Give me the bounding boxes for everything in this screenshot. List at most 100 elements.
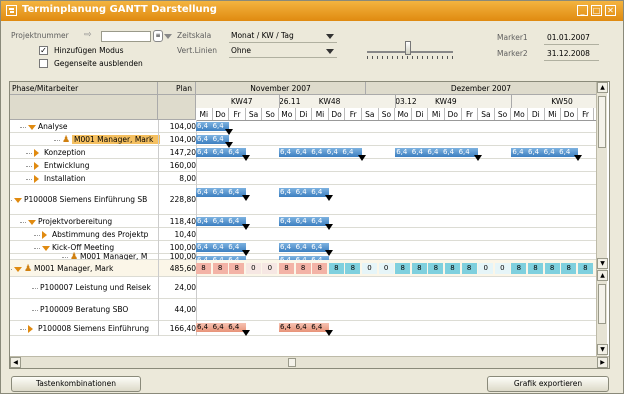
tree-line [10,200,12,202]
collapse-icon[interactable] [28,220,36,225]
collapse-icon[interactable] [28,125,36,130]
hours-cell[interactable]: 8 [511,263,527,274]
table-row[interactable]: Konzeption 147,20 6,4 6,4 6,4 6,4 6,4 6,4 6,4 6,4… [10,146,596,161]
table-row[interactable]: Analyse 104,00 6,4 6,4 [10,120,596,135]
expand-icon[interactable] [34,162,39,170]
gantt-bar[interactable]: 6,46,46,4 [196,148,246,157]
scroll-thumb[interactable] [598,284,606,324]
table-row[interactable]: P100009 Beratung SBO 44,00 [10,299,596,321]
hours-cell[interactable]: 8 [544,263,560,274]
vertlinien-select[interactable]: Ohne [231,46,251,55]
week-label: KW47 [230,97,253,106]
zoom-slider[interactable] [367,39,453,63]
scroll-down-icon[interactable]: ▼ [597,258,608,269]
hours-cell[interactable]: 8 [229,263,245,274]
scroll-left-icon[interactable]: ◀ [10,357,21,368]
hours-cell[interactable]: 0 [262,263,278,274]
expand-icon[interactable] [34,149,39,157]
vertlinien-dropdown-icon[interactable] [326,49,334,54]
table-row[interactable]: Entwicklung 160,00 [10,159,596,172]
month-header: Dezember 2007 [366,82,596,95]
horizontal-scrollbar[interactable]: ◀ ▶ [10,356,609,368]
gantt-bar[interactable]: 6,4 6,4 6,4 6,4 6,4 [279,148,362,157]
gantt-bar[interactable]: 6,46,46,4 [279,188,329,197]
col-header-plan[interactable]: Plan [158,82,196,95]
expand-icon[interactable] [34,175,39,183]
hours-cell[interactable]: 8 [577,263,593,274]
hours-cell[interactable]: 8 [345,263,361,274]
marker1-value[interactable]: 01.01.2007 [547,33,590,42]
hours-cell[interactable]: 8 [279,263,294,274]
projektnummer-dropdown-icon[interactable] [164,34,172,39]
gantt-bar[interactable]: 6,46,46,4 [279,243,329,252]
gantt-bar[interactable]: 6,46,46,4 [196,217,246,226]
col-divider [196,159,197,172]
choose-list-icon[interactable]: ≡ [153,30,163,42]
vertical-scrollbar[interactable]: ▲ ▼ ▲ ▼ [596,82,608,356]
tree-line [26,153,32,155]
hours-cell[interactable]: 0 [378,263,394,274]
gantt-bar[interactable]: 6,46,46,4 [279,323,329,332]
table-row[interactable]: P100008 Siemens Einführung 166,40 6,4 6,4 6,… [10,321,596,336]
scroll-up-icon[interactable]: ▲ [597,82,608,93]
table-row[interactable]: ♟ M001 Manager, Mark 104,00 6,4 6,4 [10,133,596,148]
col-divider [158,260,159,277]
bar-value: 6,4 [295,323,307,331]
zeitskala-dropdown-icon[interactable] [326,34,334,39]
hinzufuegen-checkbox[interactable]: ✓ [39,46,48,55]
gantt-bar[interactable]: 6,4 6,4 6,4 6,4 [511,148,578,157]
hours-cell[interactable]: 8 [411,263,427,274]
marker2-value[interactable]: 31.12.2008 [547,49,590,58]
shortcuts-button[interactable]: Tastenkombinationen [11,376,141,392]
hours-cell[interactable]: 8 [428,263,444,274]
hscroll-thumb[interactable] [288,358,296,367]
hours-cell[interactable]: 8 [212,263,228,274]
hours-cell[interactable]: 8 [328,263,344,274]
hours-cell[interactable]: 0 [478,263,494,274]
hours-cell[interactable]: 8 [312,263,328,274]
expand-icon[interactable] [28,325,33,333]
table-row[interactable]: ♟ M001 Manager, Mark 485,60 8 8 8 0 0 8 8 8 8 8 0 0 8 8 8… [10,260,596,277]
minimize-icon[interactable]: _ [577,5,588,16]
gantt-bar[interactable]: 6,46,46,4 [196,323,246,332]
col-header-phase[interactable]: Phase/Mitarbeiter [10,82,158,95]
table-row[interactable]: Abstimmung des Projektp 10,40 [10,228,596,241]
gantt-bar[interactable]: 6,4 6,4 6,4 6,4 6,4 [395,148,479,157]
projektnummer-input[interactable] [101,31,151,42]
export-button[interactable]: Grafik exportieren [487,376,609,392]
expand-icon[interactable] [42,231,47,239]
hours-cell[interactable]: 8 [295,263,311,274]
table-row[interactable]: Projektvorbereitung 118,40 6,4 6,4 6,4 6,4 6,4… [10,215,596,230]
scroll-thumb[interactable] [598,96,606,148]
week-label: 26.11 [279,97,301,106]
hours-cell[interactable]: 8 [561,263,577,274]
bar-value: 6,4 [197,188,209,196]
hours-cell[interactable]: 0 [494,263,510,274]
scroll-up-icon[interactable]: ▲ [597,270,608,281]
hours-cell[interactable]: 0 [245,263,261,274]
scroll-right-icon[interactable]: ▶ [597,357,608,368]
gantt-bar[interactable]: 6,46,46,4 [196,243,246,252]
close-icon[interactable]: ✕ [605,5,616,16]
gantt-bar[interactable]: 6,46,46,4 [279,217,329,226]
slider-thumb[interactable] [405,41,411,55]
hours-cell[interactable]: 8 [196,263,211,274]
gegenseite-checkbox[interactable] [39,59,48,68]
table-row[interactable]: P100007 Leistung und Reisek 24,00 [10,277,596,299]
collapse-icon[interactable] [42,246,50,251]
zeitskala-select[interactable]: Monat / KW / Tag [231,31,294,40]
maximize-icon[interactable]: □ [591,5,602,16]
collapse-icon[interactable] [14,267,22,272]
hours-cell[interactable]: 8 [461,263,477,274]
table-row[interactable]: Installation 8,00 [10,172,596,185]
hours-cell[interactable]: 8 [445,263,460,274]
hours-cell[interactable]: 8 [528,263,543,274]
hours-cell[interactable]: 0 [362,263,377,274]
day-label: Mo [395,108,412,120]
hours-cell[interactable]: 8 [395,263,411,274]
collapse-icon[interactable] [14,198,22,203]
gantt-bar[interactable]: 6,46,46,4 [196,188,246,197]
scroll-down-icon[interactable]: ▼ [597,344,608,355]
table-row[interactable]: P100008 Siemens Einführung SB 228,80 6,4 6,… [10,185,596,215]
link-arrow-icon[interactable]: ⇨ [84,30,92,40]
